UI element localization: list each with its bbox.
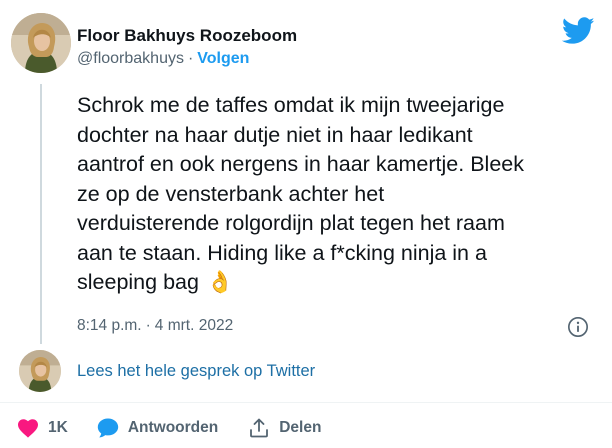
author-photo-small-icon bbox=[19, 350, 61, 392]
reply-label: Antwoorden bbox=[127, 419, 219, 436]
author-photo-icon bbox=[11, 13, 71, 73]
like-button[interactable]: 1K bbox=[16, 416, 68, 440]
share-upload-icon bbox=[250, 418, 269, 438]
separator-dot: · bbox=[187, 50, 194, 67]
info-icon[interactable] bbox=[567, 316, 589, 338]
actions-divider bbox=[0, 402, 612, 403]
share-label: Delen bbox=[279, 419, 322, 436]
tweet-date: 4 mrt. 2022 bbox=[154, 317, 234, 334]
share-button[interactable]: Delen bbox=[247, 416, 321, 440]
read-full-conversation-link[interactable]: Lees het hele gesprek op Twitter bbox=[77, 362, 315, 381]
embedded-tweet-card: Floor Bakhuys Roozeboom @floorbakhuys · Vo… bbox=[0, 0, 612, 448]
author-avatar-small[interactable] bbox=[19, 350, 61, 392]
author-avatar[interactable] bbox=[11, 13, 71, 73]
ok-hand-emoji: 👌 bbox=[206, 270, 234, 294]
speech-bubble-icon bbox=[97, 418, 119, 438]
author-handle-row: @floorbakhuys · Volgen bbox=[77, 50, 249, 68]
twitter-bird-icon[interactable] bbox=[562, 17, 595, 45]
tweet-timestamp[interactable]: 8:14 p.m. · 4 mrt. 2022 bbox=[77, 317, 233, 335]
like-count: 1K bbox=[48, 419, 68, 436]
timestamp-separator: · bbox=[145, 317, 151, 334]
tweet-actions-bar: 1K Antwoorden Delen bbox=[16, 413, 321, 443]
tweet-text: Schrok me de taffes omdat ik mijn tweeja… bbox=[77, 91, 607, 298]
tweet-time: 8:14 p.m. bbox=[77, 317, 142, 334]
reply-button[interactable]: Antwoorden bbox=[96, 416, 218, 440]
author-display-name[interactable]: Floor Bakhuys Roozeboom bbox=[77, 26, 297, 46]
heart-icon bbox=[18, 419, 38, 438]
author-handle[interactable]: @floorbakhuys bbox=[77, 50, 184, 67]
tweet-body: Schrok me de taffes omdat ik mijn tweeja… bbox=[77, 93, 524, 294]
follow-button[interactable]: Volgen bbox=[197, 50, 249, 67]
thread-connector-line bbox=[40, 84, 42, 344]
